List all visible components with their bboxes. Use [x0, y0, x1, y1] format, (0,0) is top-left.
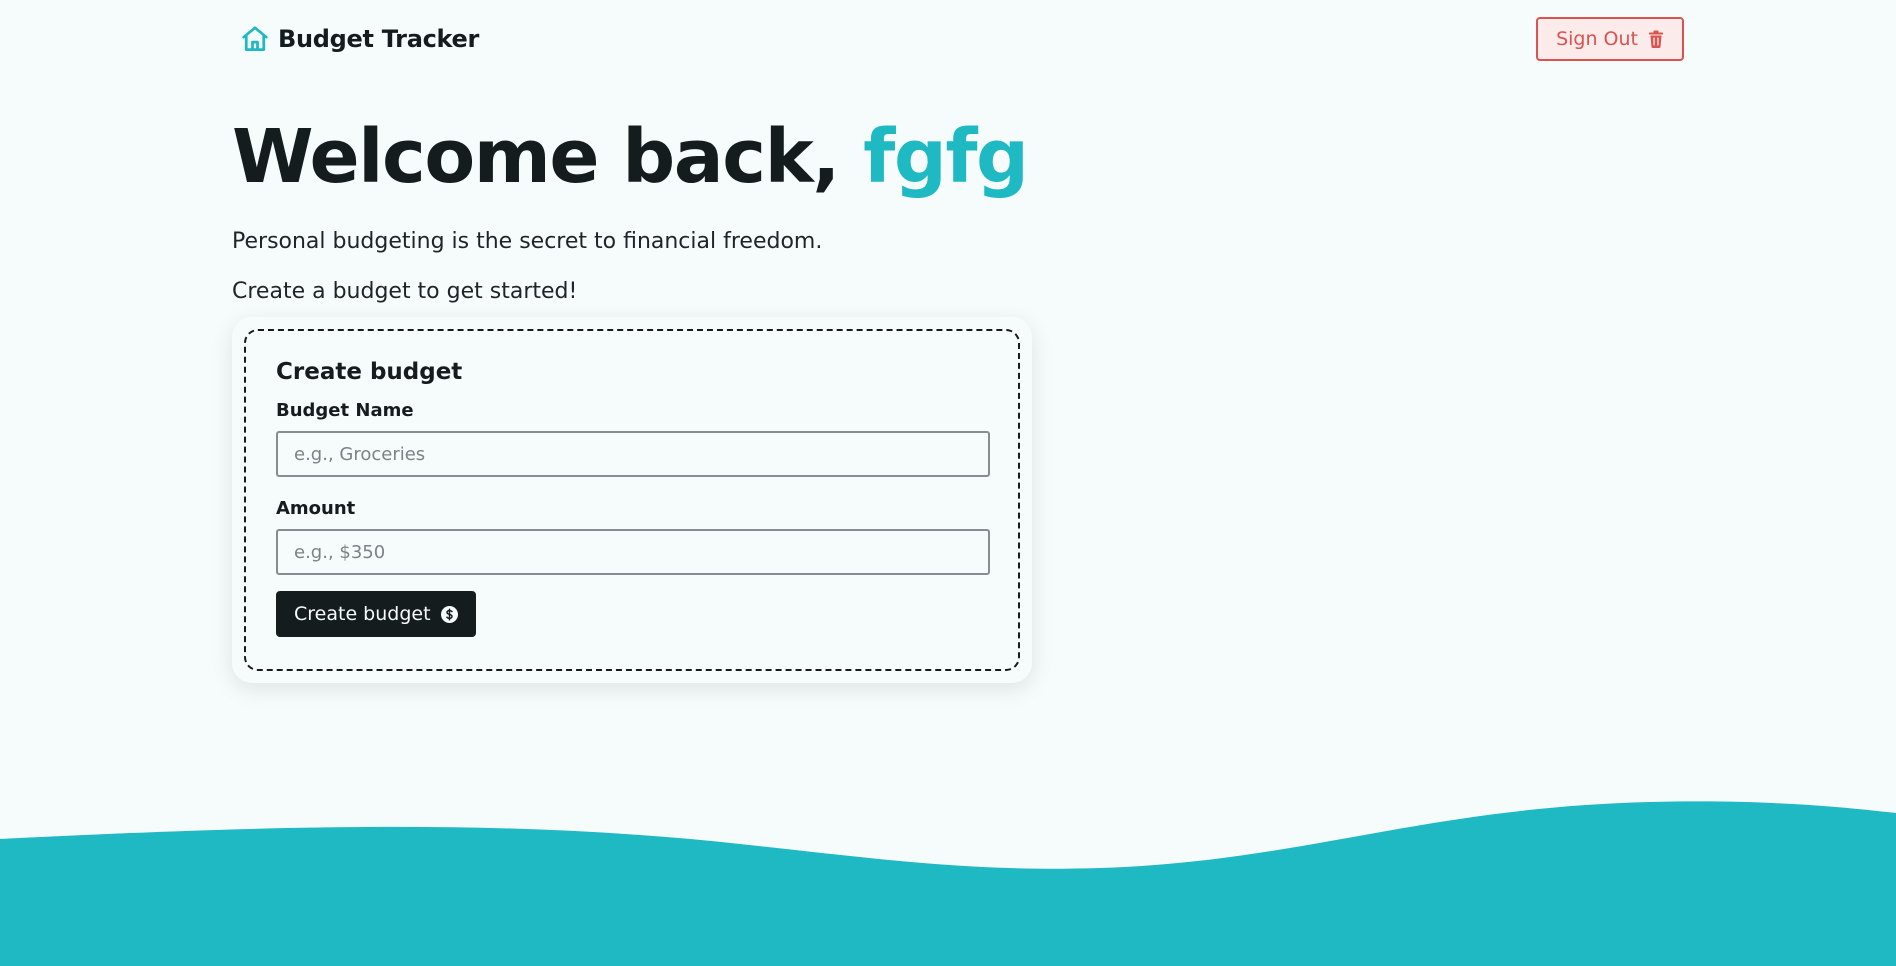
hero-section: Welcome back, fgfg Personal budgeting is…: [232, 108, 1029, 306]
amount-label: Amount: [276, 498, 356, 519]
form-title: Create budget: [276, 359, 463, 385]
page-title: Welcome back, fgfg: [232, 108, 1029, 206]
create-budget-card: Create budget Budget Name Amount Create …: [232, 317, 1032, 683]
create-budget-label: Create budget: [294, 603, 431, 625]
brand-label: Budget Tracker: [278, 25, 480, 53]
footer-wave: [0, 801, 1896, 966]
username: fgfg: [863, 114, 1029, 200]
tagline: Personal budgeting is the secret to fina…: [232, 229, 823, 254]
sign-out-label: Sign Out: [1556, 28, 1638, 50]
amount-input[interactable]: [276, 529, 990, 575]
create-budget-form: Create budget Budget Name Amount Create …: [244, 329, 1020, 671]
call-to-action: Create a budget to get started!: [232, 279, 578, 304]
create-budget-button[interactable]: Create budget: [276, 591, 476, 637]
top-nav: Budget Tracker Sign Out: [232, 16, 1684, 62]
dollar-circle-icon: [440, 605, 458, 623]
home-icon: [240, 24, 270, 54]
budget-name-label: Budget Name: [276, 400, 414, 421]
greeting-text: Welcome back,: [232, 114, 864, 200]
home-link[interactable]: Budget Tracker: [232, 24, 479, 54]
budget-name-input[interactable]: [276, 431, 990, 477]
sign-out-button[interactable]: Sign Out: [1536, 17, 1684, 61]
trash-icon: [1648, 30, 1664, 48]
